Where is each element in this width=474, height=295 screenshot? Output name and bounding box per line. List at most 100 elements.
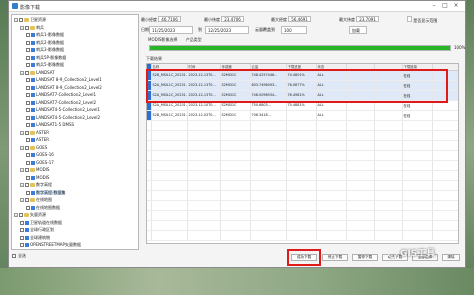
download-button[interactable]: 成功下载: [291, 254, 317, 261]
select-all-checkbox[interactable]: 全选: [12, 253, 26, 259]
cell-action[interactable]: 在线: [402, 70, 433, 81]
checkbox-icon[interactable]: [26, 63, 30, 67]
checkbox-icon[interactable]: [20, 243, 24, 247]
checkbox-icon[interactable]: [20, 220, 24, 225]
expand-icon[interactable]: −: [14, 213, 18, 217]
tab-modis[interactable]: MODIS影像选择: [146, 36, 179, 43]
tree-item[interactable]: GOES-17: [26, 159, 54, 166]
tree-item[interactable]: − LANDSAT: [20, 69, 55, 76]
tree-item[interactable]: LANDSAT 8-9_Collection2_Level1: [26, 76, 102, 83]
checkbox-icon[interactable]: [26, 160, 30, 165]
table-row[interactable]: S2A_MSIL1C_20231... 2023-12-13T0... S2MSI1…: [147, 90, 458, 101]
expand-icon[interactable]: −: [20, 145, 24, 150]
cell-action[interactable]: 在线: [402, 80, 433, 91]
min-lat-input[interactable]: 23.4706: [221, 16, 244, 22]
expand-icon[interactable]: −: [20, 183, 24, 187]
checkbox-icon[interactable]: [26, 108, 30, 112]
close-icon[interactable]: ×: [451, 2, 461, 10]
checkbox-icon[interactable]: [26, 93, 30, 97]
tree-item[interactable]: − 数字高程: [20, 181, 52, 188]
table-row[interactable]: S2A_MSIL1C_20231... 2023-12-10T0... S2MSI1…: [147, 100, 458, 111]
cloud-input[interactable]: 100: [281, 26, 307, 34]
checkbox-icon[interactable]: [26, 33, 30, 37]
tree-item[interactable]: 数字高程-数据集: [26, 189, 66, 196]
date-end-input[interactable]: 12/25/2023: [205, 26, 249, 34]
checkbox-icon[interactable]: [25, 168, 29, 172]
show-aoi-group[interactable]: 是否显示范围: [407, 16, 437, 24]
checkbox-icon[interactable]: [25, 198, 29, 202]
load-button[interactable]: 加载: [349, 26, 367, 34]
table-row[interactable]: S2A_MSIL1C_20231... 2023-12-13T0... S2MSI1…: [147, 80, 458, 91]
expand-icon[interactable]: −: [20, 25, 24, 30]
tree-item[interactable]: − 卫星资源: [14, 16, 46, 23]
tree-item[interactable]: LANDSAT1-5 DMSS: [26, 121, 74, 128]
checkbox-icon[interactable]: [20, 235, 24, 240]
tree-item[interactable]: MODIS: [26, 174, 49, 181]
tree-item[interactable]: − MODIS: [20, 166, 49, 173]
cell-action[interactable]: 在线: [402, 100, 433, 111]
checkbox-icon[interactable]: [26, 205, 30, 210]
expand-icon[interactable]: −: [14, 18, 18, 22]
checkbox-icon[interactable]: [26, 115, 30, 120]
tab-product-type[interactable]: 产品类型: [184, 36, 204, 43]
pause-download-button[interactable]: 暂停下载: [352, 254, 378, 261]
tree-item[interactable]: − ASTER: [20, 129, 49, 136]
tree-item[interactable]: LANDSAT4-5-Collection2_Level1: [26, 106, 100, 113]
tree-item[interactable]: LANDSAT 8-9_Collection2_Level2: [26, 84, 102, 91]
tree-item[interactable]: GOES-16: [26, 151, 54, 158]
checkbox-icon[interactable]: [19, 213, 23, 217]
checkbox-icon[interactable]: [25, 70, 29, 75]
checkbox-icon[interactable]: [26, 190, 30, 195]
checkbox-icon[interactable]: [20, 228, 24, 232]
tree-item[interactable]: 哨兵5P-影像数据: [26, 54, 66, 61]
tree-item[interactable]: − 哨兵: [20, 24, 44, 31]
tree-item[interactable]: 在线地图数据: [26, 204, 60, 211]
checkbox-icon[interactable]: [19, 18, 23, 22]
checkbox-icon[interactable]: [26, 138, 30, 142]
checkbox-icon[interactable]: [25, 25, 29, 30]
table-row[interactable]: S2B_MSIL1C_20231... 2023-12-03T0... S2MSI1…: [147, 110, 458, 121]
cell-action[interactable]: 在线: [402, 90, 433, 101]
date-start-input[interactable]: 11/25/2023: [149, 26, 193, 34]
expand-icon[interactable]: −: [20, 70, 24, 75]
stop-download-button[interactable]: 停止下载: [322, 254, 348, 261]
tree-item[interactable]: 哨兵2-影像数据: [26, 39, 64, 46]
tree-item[interactable]: 卫星轨道在线数据: [20, 219, 62, 226]
tree-item[interactable]: 哨兵1-影像数据: [26, 31, 64, 38]
checkbox-icon[interactable]: [26, 55, 30, 60]
checkbox-icon[interactable]: [26, 48, 30, 52]
tree-item[interactable]: − 矢量资源: [14, 211, 46, 218]
tree-item[interactable]: ASTER: [26, 136, 49, 143]
tree-item[interactable]: OPENSTREETMAP矢量数据: [20, 241, 81, 248]
max-lat-input[interactable]: 23.7091: [356, 16, 379, 22]
checkbox-icon[interactable]: [26, 78, 30, 82]
checkbox-icon[interactable]: [26, 123, 30, 127]
checkbox-icon[interactable]: [26, 85, 30, 90]
tree-item[interactable]: − GOES: [20, 144, 47, 151]
checkbox-icon[interactable]: [26, 40, 30, 45]
cell-action[interactable]: 在线: [402, 110, 433, 121]
checkbox-icon[interactable]: [25, 183, 29, 187]
table-row[interactable]: S2B_MSIL1C_20231... 2023-12-13T0... S2MSI1…: [147, 70, 458, 81]
max-lon-input[interactable]: 56.4691: [288, 16, 311, 22]
expand-icon[interactable]: −: [20, 168, 24, 172]
checkbox-icon[interactable]: [26, 153, 30, 157]
tree-item[interactable]: LANDSAT7-Collection2_Level2: [26, 99, 96, 106]
tree-item[interactable]: 全球建筑物: [20, 234, 50, 241]
tree-item[interactable]: LANDSAT4-5-Collection2_Level2: [26, 114, 100, 121]
checkbox-icon[interactable]: [25, 145, 29, 150]
tree-item[interactable]: − 在线地图: [20, 196, 52, 203]
checkbox-icon[interactable]: [26, 175, 30, 180]
tree-item[interactable]: LANDSAT7-Collection2_Level1: [26, 91, 96, 98]
show-aoi-checkbox[interactable]: [407, 16, 412, 22]
tree-item[interactable]: 哨兵5-影像数据: [26, 61, 64, 68]
checkbox-icon[interactable]: [25, 130, 29, 135]
tree-item[interactable]: 哨兵3-影像数据: [26, 46, 64, 53]
expand-icon[interactable]: −: [20, 130, 24, 135]
min-lon-input[interactable]: 46.7106: [158, 16, 181, 22]
maximize-icon[interactable]: □: [440, 2, 450, 10]
expand-icon[interactable]: −: [20, 198, 24, 202]
checkbox-icon[interactable]: [26, 100, 30, 105]
minimize-icon[interactable]: –: [429, 2, 439, 10]
tree-item[interactable]: 全球行政区划: [20, 226, 54, 233]
